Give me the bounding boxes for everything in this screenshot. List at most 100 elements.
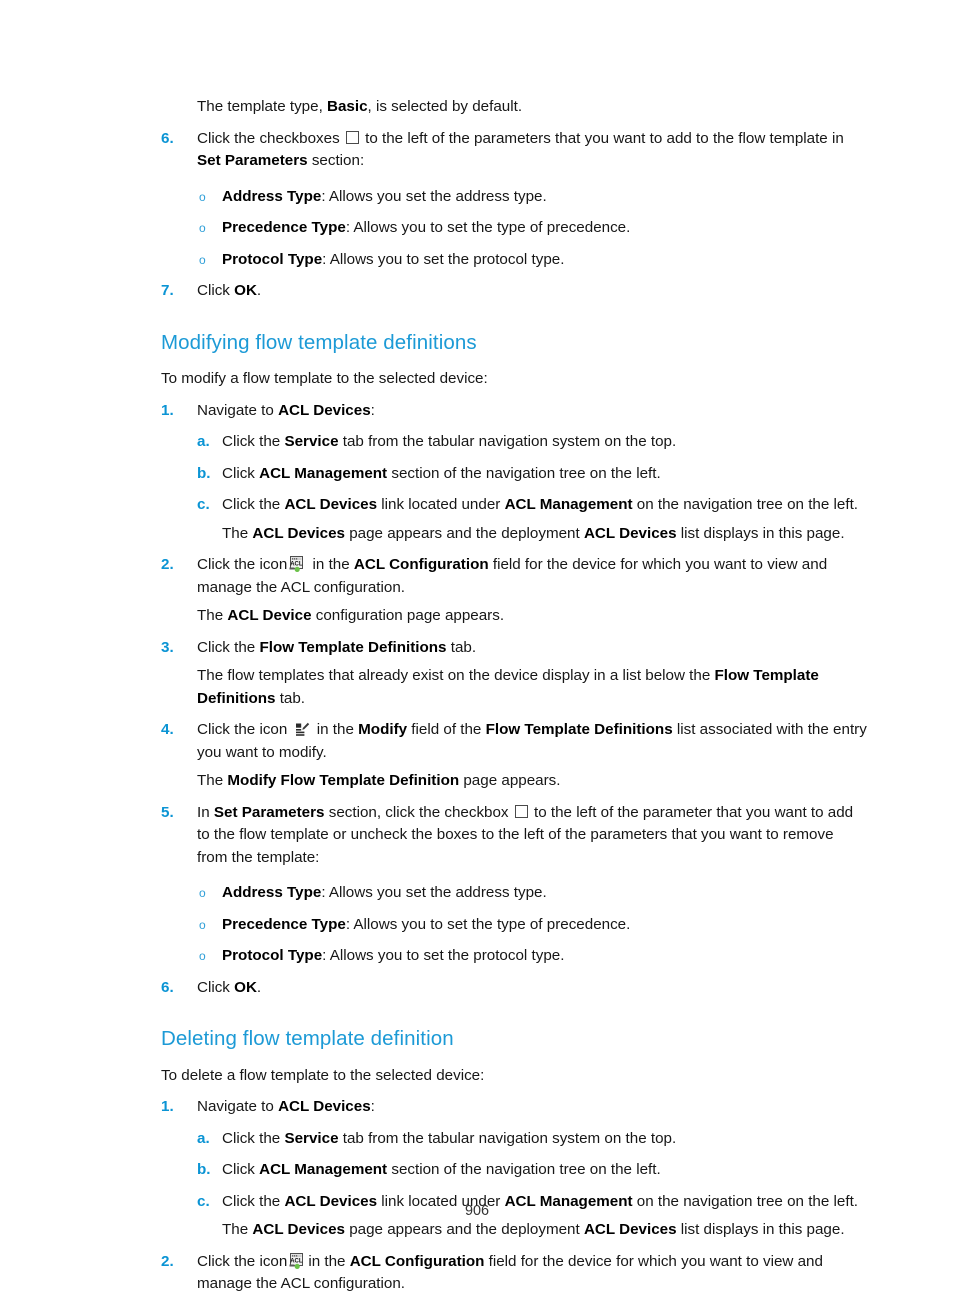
substep-marker: c. — [197, 496, 210, 514]
step2-result-text-2: configuration page appears. — [311, 607, 505, 625]
step6-bold-1: Set Parameters — [197, 152, 308, 169]
bullet-text: : Allows you to set the protocol type. — [322, 947, 565, 965]
list-item-bullet: o Precedence Type: Allows you to set the … — [161, 914, 867, 937]
acl-config-icon[interactable]: ACL — [289, 1252, 306, 1270]
step5-text-2: section, click the checkbox — [324, 803, 513, 821]
del-sub-b-text-1: Click — [222, 1161, 260, 1179]
intro-text-pre: The template type, — [197, 98, 328, 115]
list-item-substep-c: c. Click the ACL Devices link located und… — [161, 494, 867, 517]
section-heading-modifying: Modifying flow template definitions — [161, 330, 477, 354]
bullet-text: : Allows you to set the type of preceden… — [345, 219, 631, 236]
list-item-bullet: o Address Type: Allows you set the addres… — [161, 186, 867, 209]
page-content: The template type, Basic, is selected by… — [161, 96, 867, 1296]
sub-b-text-1: Click — [222, 464, 260, 482]
del-sub-a-text-1: Click the — [222, 1129, 285, 1147]
substep-marker: a. — [197, 433, 210, 451]
section-heading-deleting: Deleting flow template definition — [161, 1027, 454, 1051]
step4-text-1: Click the icon — [197, 721, 292, 739]
sub-c-result-bold-2: ACL Devices — [583, 524, 677, 542]
list-item-bullet: o Precedence Type: Allows you to set the … — [161, 217, 867, 240]
del-step1-bold-1: ACL Devices — [278, 1098, 371, 1116]
step4-bold-2: Flow Template Definitions — [485, 721, 673, 739]
substep-marker: a. — [197, 1129, 210, 1147]
step6ok-bold-1: OK — [234, 978, 257, 996]
step7-text-2: . — [256, 282, 262, 299]
del-sub-b-text-2: section of the navigation tree on the le… — [387, 1161, 661, 1179]
del-step2-bold-1: ACL Configuration — [349, 1252, 485, 1270]
modify-icon[interactable] — [295, 722, 310, 737]
bullet-label: Precedence Type — [222, 915, 346, 933]
del-step2-text-1: Click the icon — [197, 1252, 288, 1270]
step-marker: 6. — [161, 978, 174, 996]
list-item-step-6-ok: 6. Click OK. — [161, 977, 867, 1000]
list-item-step-2: 2. Click the icon ACL in the ACL Configur… — [161, 1251, 867, 1296]
bullet-marker: o — [199, 189, 206, 204]
bullet-label: Protocol Type — [222, 947, 323, 965]
list-item-step-7: 7. Click OK. — [161, 280, 867, 303]
step-4-result: The Modify Flow Template Definition page… — [161, 770, 867, 793]
checkbox-icon[interactable] — [345, 130, 359, 144]
step-marker: 2. — [161, 1252, 174, 1270]
bullet-label: Address Type — [222, 187, 322, 205]
step3-text-1: Click the — [197, 638, 260, 656]
step6ok-text-1: Click — [197, 978, 235, 996]
bullet-label: Address Type — [222, 884, 322, 902]
del-sub-c-result-bold-2: ACL Devices — [583, 1221, 677, 1239]
svg-text:ACL: ACL — [291, 1258, 304, 1264]
step1-text-2: : — [370, 401, 375, 419]
bullet-text: : Allows you to set the protocol type. — [322, 250, 565, 268]
list-item-step-3: 3. Click the Flow Template Definitions ta… — [161, 637, 867, 660]
del-step2-text-2: in the — [308, 1252, 350, 1270]
modifying-lead-paragraph: To modify a flow template to the selecte… — [161, 370, 488, 388]
step2-result-text-1: The — [197, 607, 228, 625]
del-sub-a-bold-1: Service — [284, 1129, 339, 1147]
bullet-text: : Allows you to set the type of preceden… — [345, 915, 631, 933]
step7-bold-1: OK — [234, 282, 257, 299]
step2-text-1: Click the icon — [197, 556, 288, 574]
bullet-marker: o — [199, 917, 206, 932]
list-item-step-6: 6. Click the checkboxes to the left of th… — [161, 128, 867, 173]
svg-text:ACL: ACL — [291, 562, 304, 568]
intro-text-post: , is selected by default. — [367, 98, 523, 115]
step-marker: 1. — [161, 401, 174, 419]
list-item-step-5: 5. In Set Parameters section, click the c… — [161, 802, 867, 870]
intro-paragraph: The template type, Basic, is selected by… — [161, 96, 867, 119]
list-item-bullet: o Protocol Type: Allows you to set the pr… — [161, 945, 867, 968]
acl-config-icon[interactable]: ACL — [289, 556, 306, 573]
step4-text-3: field of the — [407, 721, 486, 739]
list-item-bullet: o Address Type: Allows you set the addres… — [161, 882, 867, 905]
step5-bold-1: Set Parameters — [213, 803, 325, 821]
bullet-marker: o — [199, 221, 206, 235]
substep-c-result: The ACL Devices page appears and the dep… — [161, 1219, 867, 1242]
step3-text-2: tab. — [446, 638, 477, 656]
sub-c-text-1: Click the — [222, 496, 285, 514]
sub-a-text-1: Click the — [222, 433, 285, 451]
sub-c-bold-1: ACL Devices — [284, 496, 378, 514]
del-sub-b-bold-1: ACL Management — [259, 1161, 388, 1179]
list-item-step-1: 1. Navigate to ACL Devices: — [161, 1096, 867, 1119]
step6-text-2: to the left of the parameters that you w… — [360, 129, 844, 147]
step2-text-2: in the — [308, 556, 354, 574]
list-item-step-1: 1. Navigate to ACL Devices: — [161, 400, 867, 423]
del-sub-a-text-2: tab from the tabular navigation system o… — [338, 1129, 677, 1147]
bullet-marker: o — [199, 949, 206, 964]
step3-result-text-2: tab. — [275, 689, 306, 707]
bullet-text: : Allows you set the address type. — [321, 884, 547, 902]
sub-a-bold-1: Service — [284, 433, 339, 451]
list-item-substep-a: a. Click the Service tab from the tabular… — [161, 1128, 867, 1151]
step-marker: 4. — [161, 721, 174, 739]
sub-b-text-2: section of the navigation tree on the le… — [387, 464, 661, 482]
checkbox-icon[interactable] — [514, 804, 528, 818]
step-marker: 5. — [161, 803, 174, 821]
del-sub-c-result-text-1: The — [222, 1221, 253, 1239]
bullet-text: : Allows you set the address type. — [321, 187, 547, 205]
sub-c-result-text-3: list displays in this page. — [676, 524, 845, 542]
list-item-bullet: o Protocol Type: Allows you to set the pr… — [161, 249, 867, 272]
sub-b-bold-1: ACL Management — [259, 464, 388, 482]
step-marker: 7. — [161, 282, 174, 299]
del-sub-c-result-text-2: page appears and the deployment — [344, 1221, 584, 1239]
bullet-label: Precedence Type — [222, 219, 346, 236]
list-item-step-2: 2. Click the icon ACL in the ACL Configur… — [161, 554, 867, 599]
sub-c-result-bold-1: ACL Devices — [252, 524, 345, 542]
deleting-lead-paragraph: To delete a flow template to the selecte… — [161, 1066, 485, 1084]
